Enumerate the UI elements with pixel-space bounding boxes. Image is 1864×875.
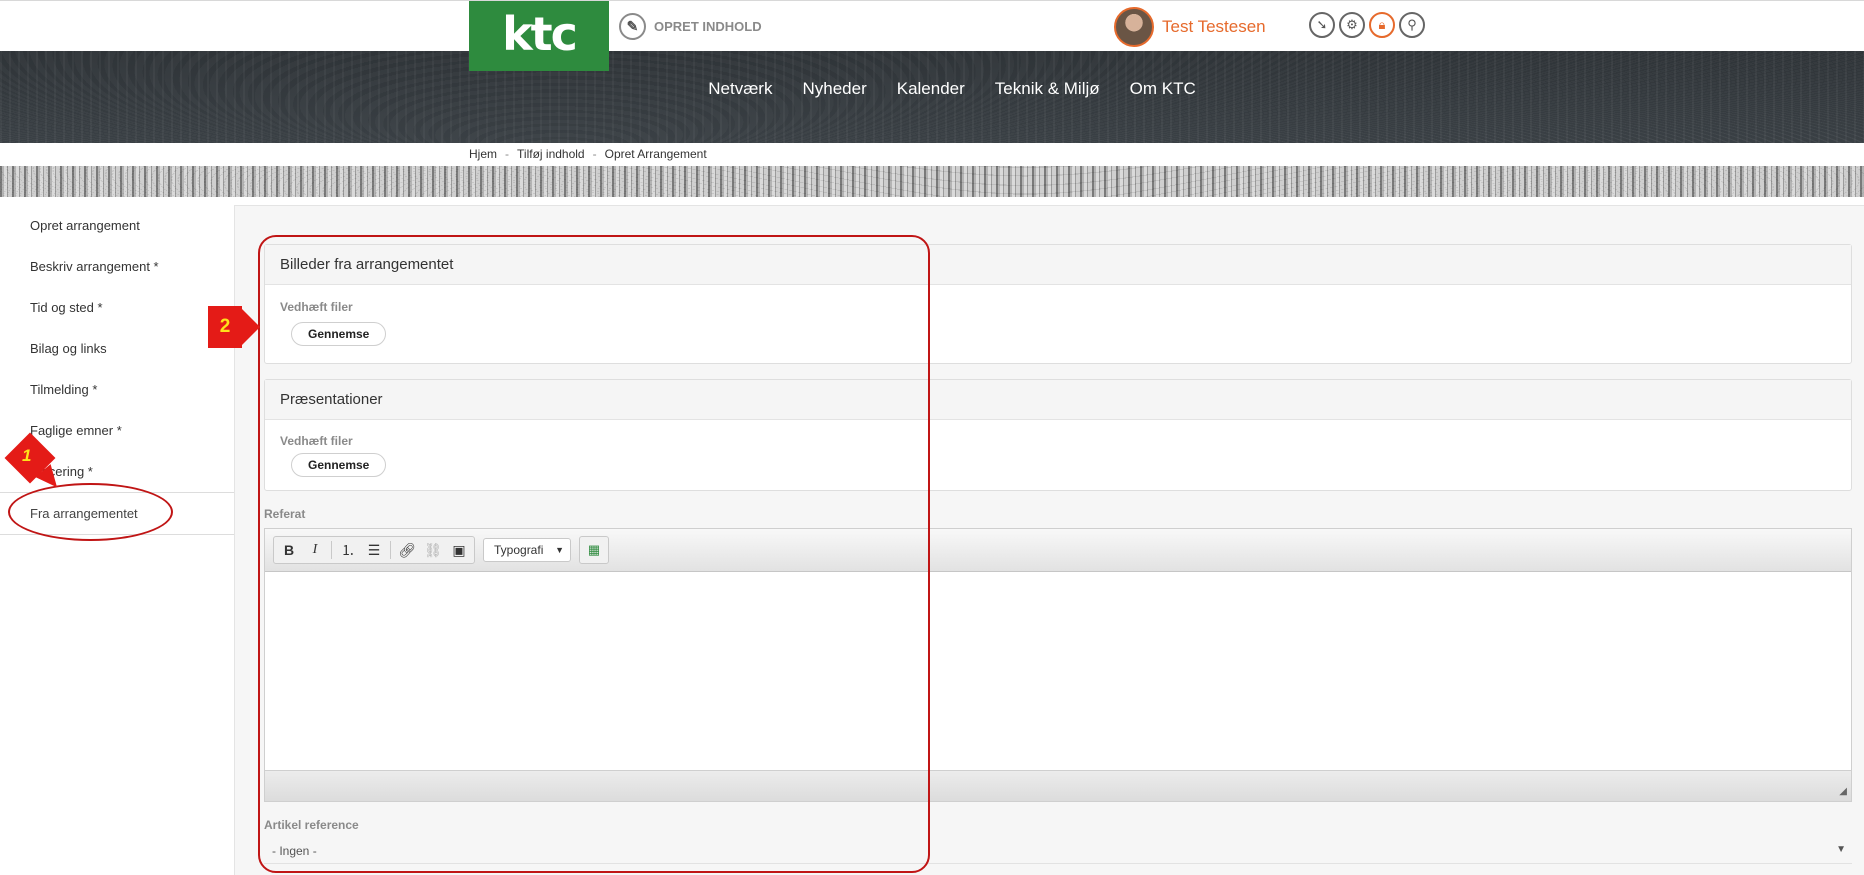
annotation-marker-2: 2 [208, 306, 260, 348]
sidebar-item-tid-og-sted[interactable]: Tid og sted * [0, 287, 234, 328]
arrow-down-icon[interactable]: ➘ [1309, 12, 1335, 38]
sidebar-item-tilmelding[interactable]: Tilmelding * [0, 369, 234, 410]
breadcrumb-separator: - [505, 147, 510, 161]
search-icon[interactable]: ⚲ [1399, 12, 1425, 38]
chevron-down-icon: ▼ [1836, 844, 1846, 855]
create-content-label: OPRET INDHOLD [654, 19, 762, 34]
sidebar-item-bilag-og-links[interactable]: Bilag og links [0, 328, 234, 369]
sidebar-item-beskriv-arrangement[interactable]: Beskriv arrangement * [0, 246, 234, 287]
edit-icon: ✎ [619, 13, 646, 40]
breadcrumb: Hjem - Tilføj indhold - Opret Arrangemen… [469, 147, 707, 161]
sidebar-item-opret-arrangement[interactable]: Opret arrangement [0, 205, 234, 246]
lock-icon[interactable]: 🔒︎ [1369, 12, 1395, 38]
breadcrumb-add-content[interactable]: Tilføj indhold [517, 147, 585, 161]
annotation-highlight-ellipse [8, 483, 173, 541]
breadcrumb-separator: - [592, 147, 597, 161]
nav-item-om-ktc[interactable]: Om KTC [1130, 79, 1196, 99]
annotation-marker-2-label: 2 [208, 306, 242, 348]
annotation-highlight-box [258, 235, 930, 873]
nav-item-teknik-miljo[interactable]: Teknik & Miljø [995, 79, 1100, 99]
nav-item-netvaerk[interactable]: Netværk [708, 79, 772, 99]
main-nav: Netværk Nyheder Kalender Teknik & Miljø … [0, 79, 1864, 99]
nav-item-kalender[interactable]: Kalender [897, 79, 965, 99]
gear-icon[interactable]: ⚙ [1339, 12, 1365, 38]
top-icons: ➘ ⚙ 🔒︎ ⚲ [1309, 12, 1425, 38]
avatar[interactable] [1114, 7, 1154, 47]
create-content-link[interactable]: ✎ OPRET INDHOLD [619, 13, 762, 40]
ktc-logo[interactable]: ktc [469, 1, 609, 71]
arrow-right-icon [242, 309, 260, 345]
breadcrumb-strip: Hjem - Tilføj indhold - Opret Arrangemen… [0, 143, 1864, 166]
annotation-marker-1-label: 1 [22, 446, 32, 465]
breadcrumb-current: Opret Arrangement [604, 147, 707, 161]
user-name[interactable]: Test Testesen [1162, 17, 1266, 37]
breadcrumb-home[interactable]: Hjem [469, 147, 497, 161]
resize-handle-icon[interactable]: ◢ [1839, 786, 1847, 797]
annotation-marker-1: 1 [4, 432, 65, 494]
top-bar: ✎ OPRET INDHOLD Test Testesen ➘ ⚙ 🔒︎ ⚲ [0, 0, 1864, 52]
header-banner: Netværk Nyheder Kalender Teknik & Miljø … [0, 51, 1864, 143]
nav-item-nyheder[interactable]: Nyheder [802, 79, 866, 99]
decorative-texture-strip [0, 166, 1864, 197]
user-menu[interactable]: Test Testesen [1114, 7, 1266, 47]
